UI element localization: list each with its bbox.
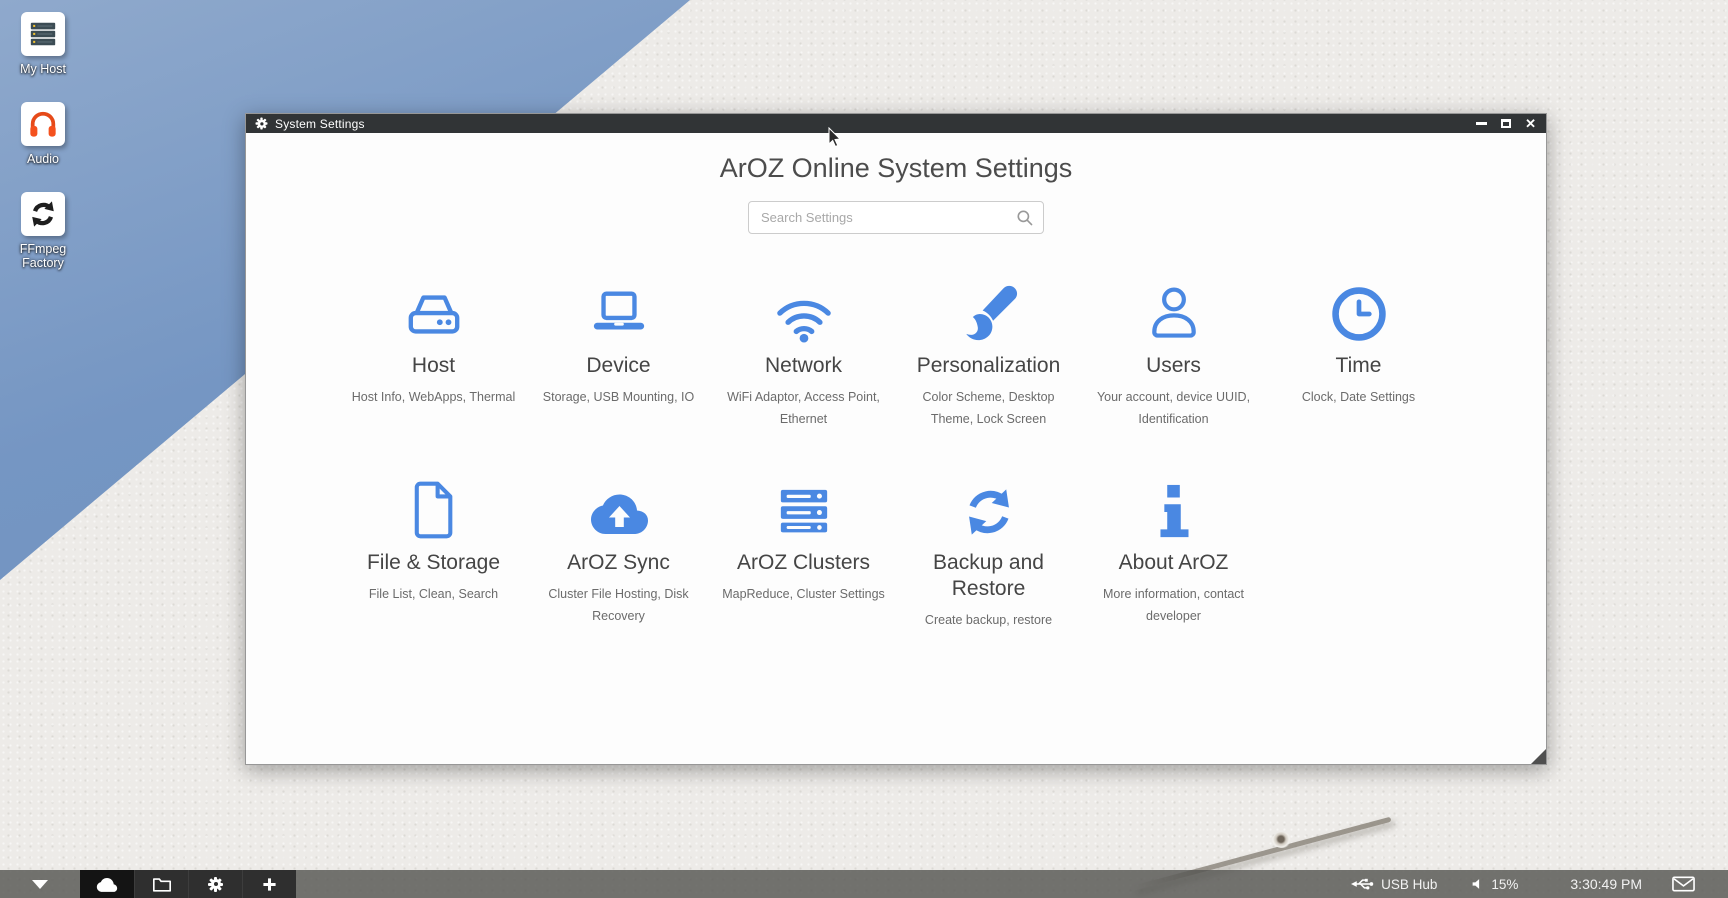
envelope-icon (1672, 876, 1695, 892)
window-titlebar[interactable]: System Settings ✕ (246, 114, 1546, 133)
page-title: ArOZ Online System Settings (246, 153, 1546, 184)
settings-item-desc: MapReduce, Cluster Settings (711, 583, 896, 605)
window-content: ArOZ Online System Settings (246, 133, 1546, 764)
settings-item-users[interactable]: Users Your account, device UUID, Identif… (1081, 278, 1266, 475)
maximize-icon[interactable] (1501, 119, 1511, 128)
usb-label: USB Hub (1381, 877, 1437, 892)
dropdown-arrow-icon (32, 880, 48, 889)
hdd-icon (341, 278, 526, 344)
settings-item-desc: Storage, USB Mounting, IO (526, 386, 711, 408)
settings-item-device[interactable]: Device Storage, USB Mounting, IO (526, 278, 711, 475)
desktop-icon-label: My Host (0, 62, 86, 76)
settings-item-title: ArOZ Sync (526, 550, 711, 576)
settings-item-about-aroz[interactable]: About ArOZ More information, contact dev… (1081, 475, 1266, 672)
gear-icon (256, 118, 268, 130)
clock-icon (1266, 278, 1451, 344)
window-controls: ✕ (1476, 119, 1538, 129)
laptop-icon (526, 278, 711, 344)
plus-icon (262, 877, 277, 892)
settings-item-desc: Clock, Date Settings (1266, 386, 1451, 408)
settings-item-aroz-sync[interactable]: ArOZ Sync Cluster File Hosting, Disk Rec… (526, 475, 711, 672)
taskbar-dropdown-button[interactable] (0, 880, 80, 889)
taskbar: USB Hub 15% 3:30:49 PM (0, 870, 1728, 898)
desktop-icon-label: FFmpeg Factory (0, 242, 86, 270)
settings-item-desc: More information, contact developer (1081, 583, 1266, 627)
recycle-arrows-icon (21, 192, 65, 236)
info-icon (1081, 475, 1266, 541)
settings-item-title: Personalization (896, 353, 1081, 379)
settings-item-title: File & Storage (341, 550, 526, 576)
volume-status[interactable]: 15% (1471, 877, 1518, 892)
settings-item-file-storage[interactable]: File & Storage File List, Clean, Search (341, 475, 526, 672)
volume-label: 15% (1491, 877, 1518, 892)
gear-icon (208, 877, 223, 892)
taskbar-add-button[interactable] (242, 870, 296, 898)
speaker-icon (1471, 877, 1484, 891)
settings-item-title: Users (1081, 353, 1266, 379)
desktop-icon-my-host[interactable]: My Host (0, 12, 86, 76)
settings-item-title: About ArOZ (1081, 550, 1266, 576)
settings-grid: Host Host Info, WebApps, Thermal Device … (341, 278, 1451, 672)
desktop-icon-audio[interactable]: Audio (0, 102, 86, 166)
settings-item-title: Backup and Restore (896, 550, 1081, 602)
cloud-icon (95, 876, 119, 893)
settings-item-title: Network (711, 353, 896, 379)
settings-item-title: Device (526, 353, 711, 379)
usb-status[interactable]: USB Hub (1351, 877, 1437, 892)
settings-item-time[interactable]: Time Clock, Date Settings (1266, 278, 1451, 475)
taskbar-clock[interactable]: 3:30:49 PM (1570, 876, 1642, 892)
file-icon (341, 475, 526, 541)
settings-item-aroz-clusters[interactable]: ArOZ Clusters MapReduce, Cluster Setting… (711, 475, 896, 672)
minimize-icon[interactable] (1476, 122, 1487, 125)
user-icon (1081, 278, 1266, 344)
settings-item-desc: File List, Clean, Search (341, 583, 526, 605)
search-icon (1016, 209, 1034, 227)
settings-item-desc: Color Scheme, Desktop Theme, Lock Screen (896, 386, 1081, 430)
settings-item-title: ArOZ Clusters (711, 550, 896, 576)
taskbar-files-button[interactable] (134, 870, 188, 898)
settings-item-title: Time (1266, 353, 1451, 379)
settings-item-desc: Cluster File Hosting, Disk Recovery (526, 583, 711, 627)
close-icon[interactable]: ✕ (1525, 119, 1536, 129)
system-settings-window: System Settings ✕ ArOZ Online System Set… (245, 113, 1547, 765)
settings-item-desc: WiFi Adaptor, Access Point, Ethernet (711, 386, 896, 430)
settings-item-host[interactable]: Host Host Info, WebApps, Thermal (341, 278, 526, 475)
cloud-upload-icon (526, 475, 711, 541)
search-input[interactable] (748, 201, 1044, 234)
settings-item-desc: Your account, device UUID, Identificatio… (1081, 386, 1266, 430)
server-icon (21, 12, 65, 56)
usb-icon (1351, 877, 1374, 891)
window-title: System Settings (275, 117, 365, 131)
settings-item-title: Host (341, 353, 526, 379)
paintbrush-icon (896, 278, 1081, 344)
taskbar-status-area: USB Hub 15% 3:30:49 PM (1351, 876, 1695, 892)
wallpaper-wall-hole (1272, 832, 1292, 848)
folder-icon (152, 876, 172, 893)
desktop-icon-ffmpeg[interactable]: FFmpeg Factory (0, 192, 86, 270)
headphones-icon (21, 102, 65, 146)
window-resize-grip[interactable] (1531, 749, 1546, 764)
desktop-icon-column: My Host Audio (0, 12, 86, 296)
messages-button[interactable] (1672, 876, 1695, 892)
taskbar-cloud-button[interactable] (80, 870, 134, 898)
server-stack-icon (711, 475, 896, 541)
settings-item-network[interactable]: Network WiFi Adaptor, Access Point, Ethe… (711, 278, 896, 475)
taskbar-settings-button[interactable] (188, 870, 242, 898)
desktop-icon-label: Audio (0, 152, 86, 166)
settings-item-backup-restore[interactable]: Backup and Restore Create backup, restor… (896, 475, 1081, 672)
sync-icon (896, 475, 1081, 541)
desktop: My Host Audio (0, 0, 1728, 898)
wifi-icon (711, 278, 896, 344)
search-box (748, 201, 1044, 234)
settings-item-desc: Create backup, restore (896, 609, 1081, 631)
settings-item-personalization[interactable]: Personalization Color Scheme, Desktop Th… (896, 278, 1081, 475)
settings-item-desc: Host Info, WebApps, Thermal (341, 386, 526, 408)
